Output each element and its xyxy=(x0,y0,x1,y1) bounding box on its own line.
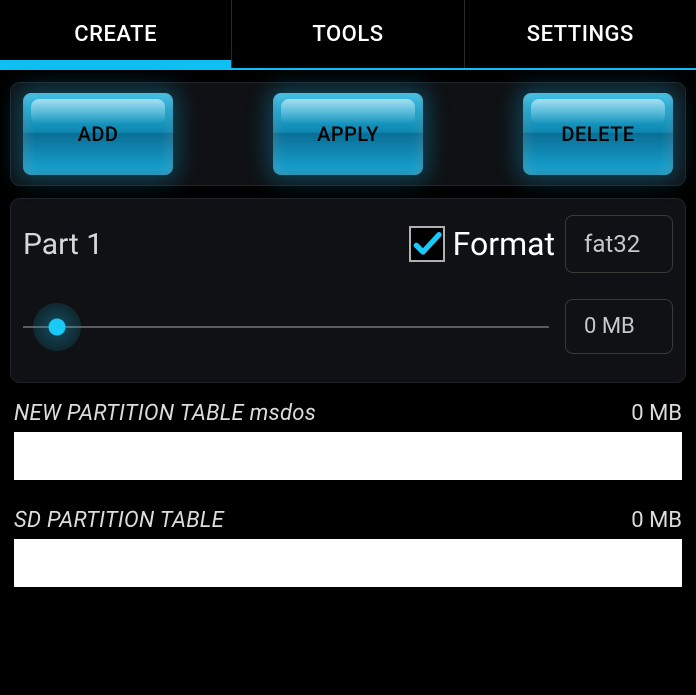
filesystem-selector[interactable]: fat32 xyxy=(565,215,673,273)
partition-label: Part 1 xyxy=(23,227,399,262)
partition-table-size: 0 MB xyxy=(631,508,682,533)
partition-table-title: NEW PARTITION TABLE msdos xyxy=(14,401,316,426)
size-slider[interactable] xyxy=(23,307,549,347)
slider-thumb[interactable] xyxy=(33,303,81,351)
partition-panel: Part 1 Format fat32 0 MB xyxy=(10,198,686,383)
partition-table-size: 0 MB xyxy=(631,401,682,426)
action-toolbar: ADD APPLY DELETE xyxy=(10,82,686,186)
tab-settings[interactable]: SETTINGS xyxy=(465,0,696,68)
partition-table-title: SD PARTITION TABLE xyxy=(14,508,224,533)
checkmark-icon xyxy=(411,227,443,261)
delete-button[interactable]: DELETE xyxy=(523,93,673,175)
format-checkbox[interactable] xyxy=(409,226,445,262)
format-label: Format xyxy=(453,225,555,263)
add-button[interactable]: ADD xyxy=(23,93,173,175)
tab-tools[interactable]: TOOLS xyxy=(232,0,464,68)
slider-track xyxy=(23,326,549,328)
partition-table-bar[interactable] xyxy=(14,539,682,587)
size-value[interactable]: 0 MB xyxy=(565,299,673,354)
partition-table-sd: SD PARTITION TABLE 0 MB xyxy=(14,508,682,587)
apply-button[interactable]: APPLY xyxy=(273,93,423,175)
tab-create[interactable]: CREATE xyxy=(0,0,232,68)
partition-table-bar[interactable] xyxy=(14,432,682,480)
partition-tables: NEW PARTITION TABLE msdos 0 MB SD PARTIT… xyxy=(14,401,682,587)
tab-bar: CREATE TOOLS SETTINGS xyxy=(0,0,696,70)
partition-table-new: NEW PARTITION TABLE msdos 0 MB xyxy=(14,401,682,480)
format-option: Format xyxy=(409,225,555,263)
